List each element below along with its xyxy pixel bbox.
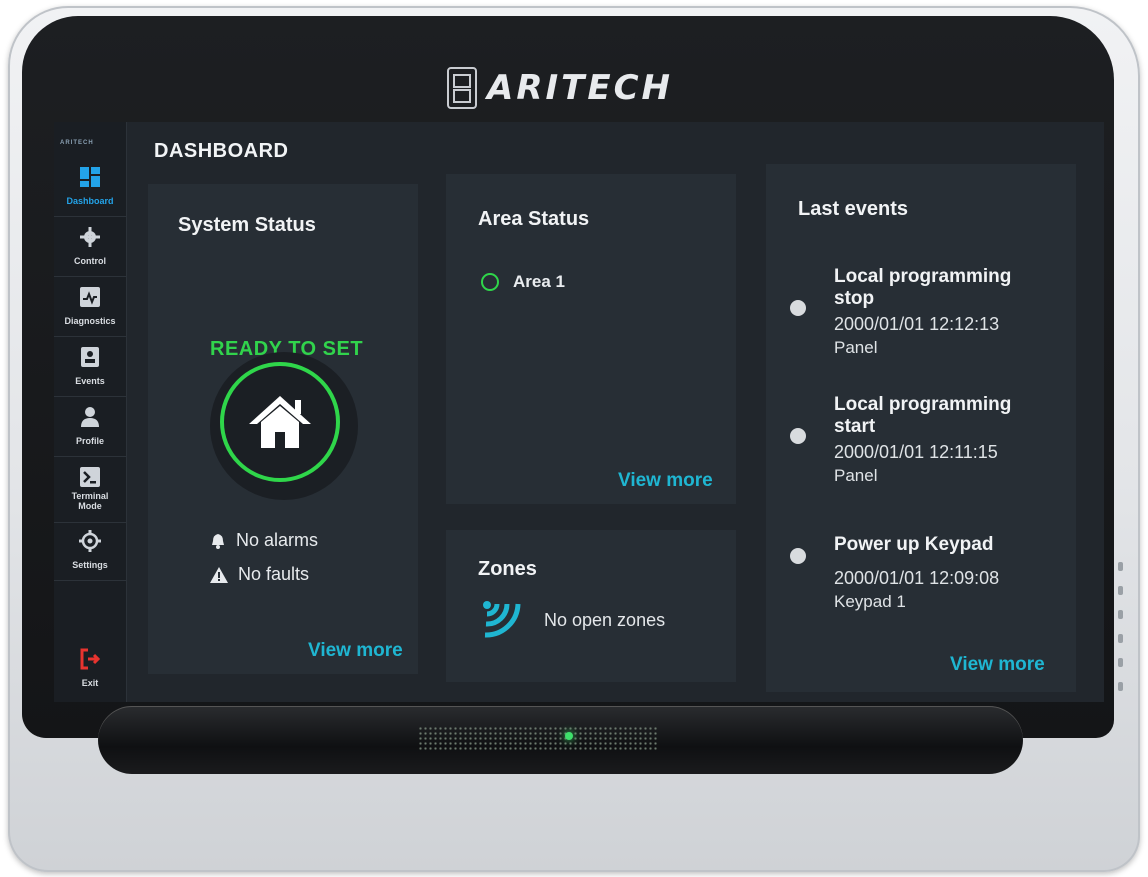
diagnostics-icon [80, 287, 100, 307]
event-dot-icon [790, 548, 806, 564]
brand-mark-icon [447, 67, 477, 109]
bell-icon [212, 533, 224, 549]
sidebar-logo: ARITECH [60, 140, 94, 146]
system-status-title: System Status [178, 214, 316, 236]
event-time: 2000/01/01 12:12:13 [834, 314, 1000, 334]
exit-label: Exit [81, 678, 99, 688]
keypad-housing: ARITECH ARITECH Dashboard Control Diagno… [8, 6, 1140, 872]
dashboard-icon [80, 167, 100, 187]
sidebar-item-label: Events [75, 376, 105, 386]
page-title: DASHBOARD [154, 140, 289, 162]
system-status-view-more[interactable]: View more [308, 640, 403, 662]
status-led-icon [565, 732, 573, 740]
alarms-status: No alarms [210, 530, 318, 551]
zones-status[interactable]: No open zones [482, 600, 665, 640]
area-status-dot-icon [481, 273, 499, 291]
settings-icon [79, 530, 101, 552]
brand-name: ARITECH [487, 68, 673, 108]
sidebar-item-settings[interactable]: Settings [54, 522, 126, 581]
sidebar-item-control[interactable]: Control [54, 218, 126, 277]
sidebar-item-dashboard[interactable]: Dashboard [54, 158, 126, 217]
terminal-icon [80, 467, 100, 487]
event-title: Local programming stop [834, 266, 1012, 309]
sidebar-item-label: Control [74, 256, 106, 266]
sidebar-item-events[interactable]: Events [54, 338, 126, 397]
event-source: Keypad 1 [834, 592, 906, 611]
alarms-text: No alarms [236, 530, 319, 550]
event-source: Panel [834, 338, 878, 357]
area-status-view-more[interactable]: View more [618, 470, 713, 492]
exit-button[interactable]: Exit [54, 640, 126, 698]
sidebar-item-terminal-mode[interactable]: Terminal Mode [54, 458, 126, 523]
area-item[interactable]: Area 1 [481, 272, 565, 292]
sidebar: ARITECH Dashboard Control Diagnostics Ev… [54, 122, 127, 702]
event-time: 2000/01/01 12:09:08 [834, 568, 1000, 588]
home-icon [249, 396, 311, 448]
event-dot-icon [790, 300, 806, 316]
faults-status: No faults [210, 564, 309, 585]
event-title: Power up Keypad [834, 534, 994, 555]
event-time: 2000/01/01 12:11:15 [834, 442, 998, 462]
faults-text: No faults [238, 564, 310, 584]
zones-card: Zones No open zones [446, 530, 736, 682]
last-events-card: Last events Local programming stop 2000/… [766, 164, 1076, 692]
sidebar-item-diagnostics[interactable]: Diagnostics [54, 278, 126, 337]
area-status-card: Area Status Area 1 View more [446, 174, 736, 504]
last-events-view-more[interactable]: View more [950, 654, 1045, 676]
sidebar-item-label: Terminal Mode [71, 491, 109, 511]
event-title: Local programming start [834, 394, 1012, 437]
sidebar-item-label: Settings [72, 560, 108, 570]
system-status-indicator[interactable] [210, 352, 358, 500]
event-source: Panel [834, 466, 878, 485]
gear-icon [80, 227, 100, 247]
zones-title: Zones [478, 558, 537, 580]
events-icon [81, 347, 99, 367]
sidebar-item-label: Dashboard [66, 196, 114, 206]
wireless-icon [483, 601, 521, 638]
status-ring [220, 362, 340, 482]
system-status-card: System Status READY TO SET No alarms No … [148, 184, 418, 674]
profile-icon [81, 407, 99, 427]
event-dot-icon [790, 428, 806, 444]
brand-logo: ARITECH [447, 66, 673, 110]
warning-icon [210, 566, 228, 583]
zones-status-text: No open zones [544, 609, 666, 630]
sidebar-item-label: Profile [75, 436, 104, 446]
side-vents [1118, 562, 1126, 706]
speaker-bar [98, 706, 1023, 774]
last-events-title: Last events [798, 198, 909, 220]
exit-icon [80, 648, 101, 670]
sidebar-item-label: Diagnostics [64, 316, 116, 326]
area-name: Area 1 [513, 272, 565, 291]
touch-screen: ARITECH Dashboard Control Diagnostics Ev… [54, 122, 1104, 702]
sidebar-item-profile[interactable]: Profile [54, 398, 126, 457]
area-status-title: Area Status [478, 208, 590, 230]
speaker-grill [418, 726, 658, 752]
